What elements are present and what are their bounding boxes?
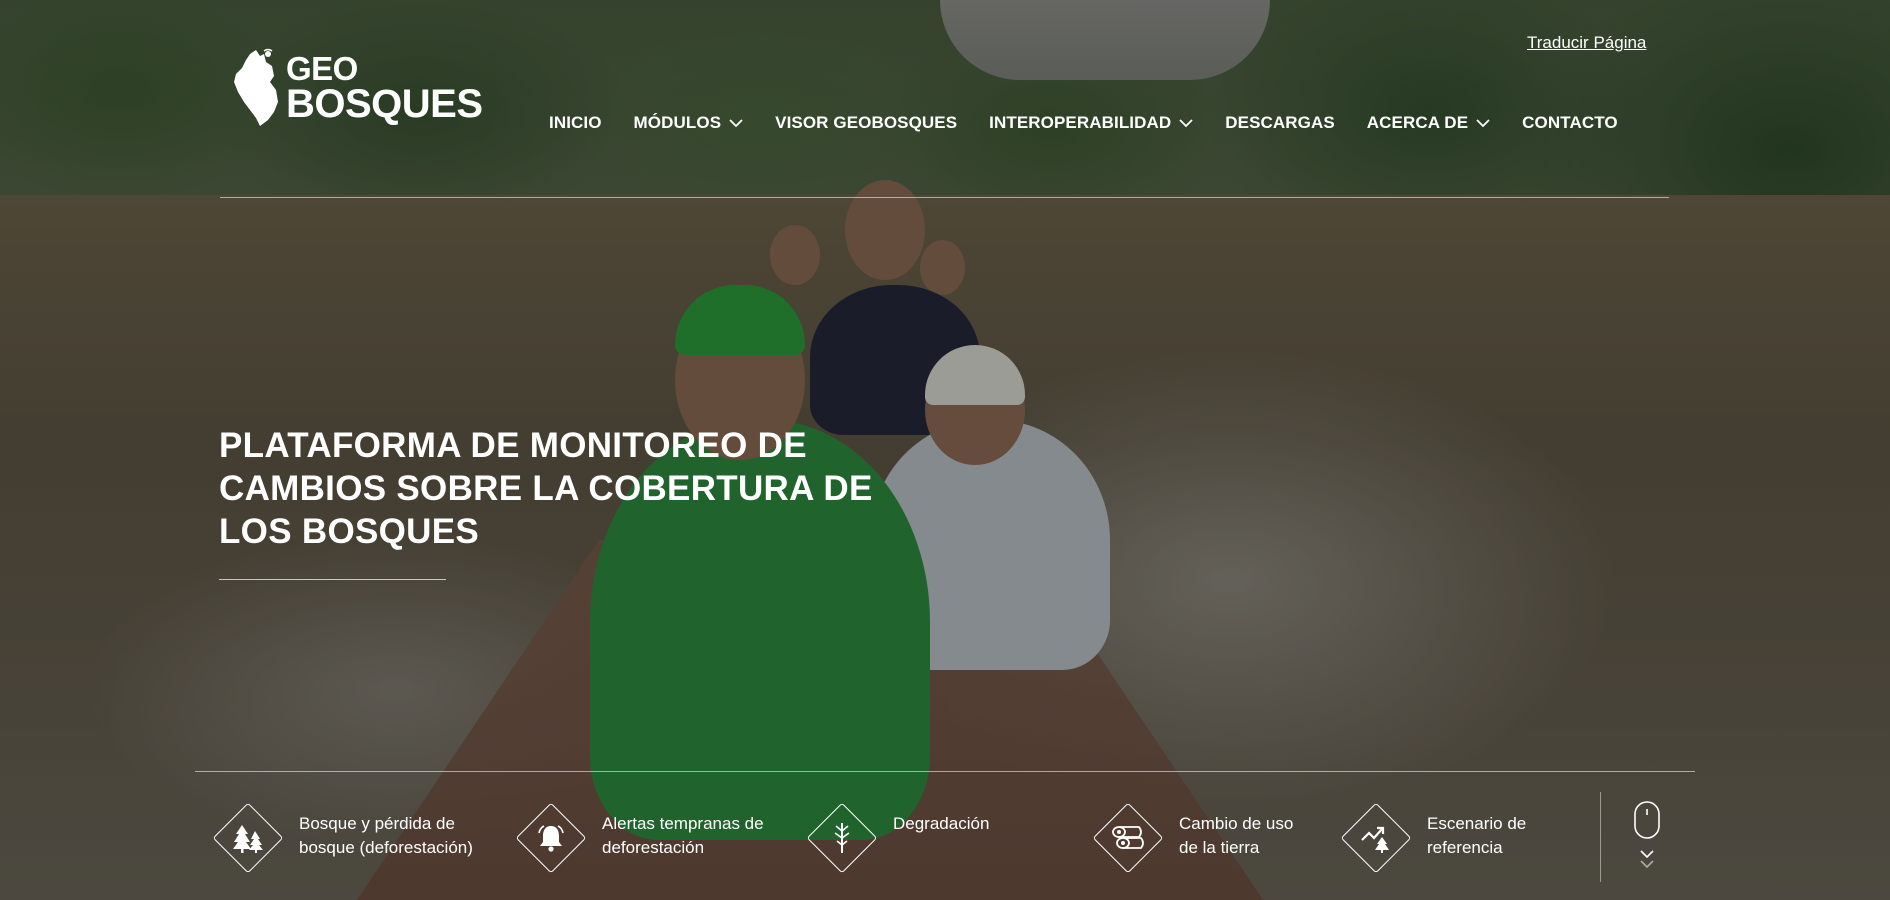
nav-label: VISOR GEOBOSQUES <box>775 113 958 132</box>
mouse-scroll-icon[interactable] <box>1634 801 1660 881</box>
nav-item-descargas[interactable]: DESCARGAS <box>1225 113 1335 133</box>
hero-title-underline <box>219 579 446 580</box>
module-label-line: de la tierra <box>1179 838 1260 857</box>
nav-item-inicio[interactable]: INICIO <box>549 113 602 133</box>
scroll-divider <box>1600 792 1601 882</box>
nav-item-interoperabilidad[interactable]: INTEROPERABILIDAD <box>989 113 1193 133</box>
geobosques-logo[interactable]: GEO BOSQUES <box>230 48 483 128</box>
logo-line-1: GEO <box>286 50 358 88</box>
module-icon-badge <box>513 800 588 875</box>
nav-item-visor-geobosques[interactable]: VISOR GEOBOSQUES <box>775 113 957 133</box>
module-escenario-referencia[interactable]: Escenario de referencia <box>1338 800 1526 875</box>
module-label: Cambio de uso de la tierra <box>1179 800 1293 860</box>
bell-alert-icon <box>537 824 564 852</box>
module-label-line: Cambio de uso <box>1179 814 1294 833</box>
module-icon-badge <box>1090 800 1165 875</box>
nav-item-modulos[interactable]: MÓDULOS <box>634 113 744 133</box>
nav-label: INTEROPERABILIDAD <box>989 113 1172 132</box>
module-label-line: Escenario de <box>1427 814 1527 833</box>
chevron-down-icon <box>729 118 743 127</box>
translate-page-link[interactable]: Traducir Página <box>1527 33 1646 53</box>
module-bosque-perdida[interactable]: Bosque y pérdida de bosque (deforestació… <box>210 800 473 875</box>
modules-divider <box>195 771 1695 772</box>
chevron-down-icon <box>1476 118 1490 127</box>
module-icon-badge <box>804 800 879 875</box>
chevron-down-icon <box>1179 118 1193 127</box>
module-label: Degradación <box>893 800 989 836</box>
logo-wordmark: GEO BOSQUES <box>286 50 483 126</box>
header-divider <box>220 197 1669 198</box>
degraded-tree-icon <box>834 822 849 853</box>
nav-label: CONTACTO <box>1522 113 1618 132</box>
nav-label: MÓDULOS <box>633 113 722 132</box>
nav-label: DESCARGAS <box>1225 113 1335 132</box>
logs-land-use-icon <box>1111 825 1144 849</box>
peru-map-icon <box>234 48 278 126</box>
trend-scenario-icon <box>1360 826 1389 853</box>
nav-label: INICIO <box>549 113 602 132</box>
module-label: Escenario de referencia <box>1427 800 1526 860</box>
module-label: Alertas tempranas de deforestación <box>602 800 764 860</box>
main-nav: INICIO MÓDULOS VISOR GEOBOSQUES INTEROPE… <box>549 113 1618 133</box>
module-icon-badge <box>1338 800 1413 875</box>
nav-item-contacto[interactable]: CONTACTO <box>1522 113 1618 133</box>
hero-title: PLATAFORMA DE MONITOREO DE CAMBIOS SOBRE… <box>219 426 873 551</box>
nav-item-acerca-de[interactable]: ACERCA DE <box>1367 113 1490 133</box>
nav-label: ACERCA DE <box>1366 113 1469 132</box>
module-label-line: bosque (deforestación) <box>299 838 473 857</box>
module-label: Bosque y pérdida de bosque (deforestació… <box>299 800 473 860</box>
module-icon-badge <box>210 800 285 875</box>
module-cambio-uso-tierra[interactable]: Cambio de uso de la tierra <box>1090 800 1293 875</box>
module-label-line: Bosque y pérdida de <box>299 814 455 833</box>
logo-line-2: BOSQUES <box>286 81 483 126</box>
forest-trees-icon <box>232 824 263 853</box>
module-alertas-tempranas[interactable]: Alertas tempranas de deforestación <box>513 800 764 875</box>
module-label-line: Alertas tempranas de <box>602 814 764 833</box>
module-label-line: referencia <box>1427 838 1503 857</box>
module-degradacion[interactable]: Degradación <box>804 800 989 875</box>
module-label-line: Degradación <box>893 814 990 833</box>
module-label-line: deforestación <box>602 838 705 857</box>
